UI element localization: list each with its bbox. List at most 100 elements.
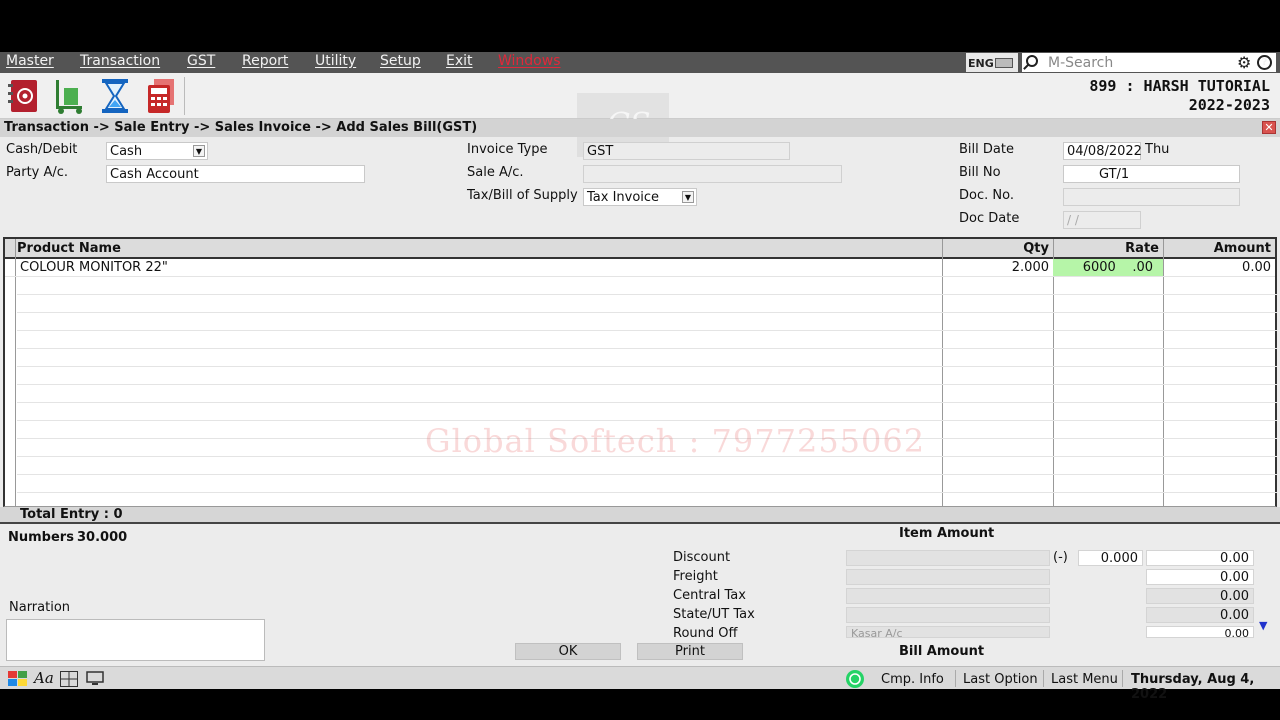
bill-date-label: Bill Date [959,142,1014,157]
empty-row[interactable] [17,277,1277,295]
freight-label: Freight [673,569,718,584]
language-indicator[interactable]: ENG [966,53,1018,72]
whatsapp-icon[interactable] [845,669,865,689]
sale-ac-field[interactable] [583,165,842,183]
numbers-value: 30.000 [77,530,128,545]
total-entry: Total Entry : 0 [20,507,123,522]
language-label: ENG [968,57,994,70]
trolley-icon[interactable] [52,78,86,114]
grid-icon[interactable] [60,671,78,687]
company-info: 899 : HARSH TUTORIAL 2022-2023 [1089,77,1270,115]
item-amount-label: Item Amount [899,526,995,541]
status-divider [955,670,956,687]
empty-row[interactable] [17,313,1277,331]
status-divider [1122,670,1123,687]
menu-windows[interactable]: Windows [498,53,561,69]
search-box[interactable]: M-Search ⚙ ? [1022,53,1276,72]
cash-debit-value: Cash [110,144,143,159]
tax-bill-select[interactable]: Tax Invoice ▼ [583,188,697,206]
cash-debit-select[interactable]: Cash ▼ [106,142,208,160]
watermark-text: Global Softech : 7977255062 [425,422,926,460]
table-row[interactable]: COLOUR MONITOR 22" 2.000 6000 .00 0.00 [5,259,1275,277]
menu-master[interactable]: Master [6,53,54,69]
toolbar: CS 899 : HARSH TUTORIAL 2022-2023 [0,73,1280,157]
invoice-type-label: Invoice Type [467,142,548,157]
monitor-icon[interactable] [86,671,104,687]
central-tax-amount-field[interactable]: 0.00 [1146,588,1254,604]
qty-cell[interactable]: 2.000 [1012,260,1049,275]
party-field[interactable]: Cash Account [106,165,365,183]
party-label: Party A/c. [6,165,69,180]
discount-label: Discount [673,550,731,565]
address-book-icon[interactable] [6,78,40,114]
breadcrumb: Transaction -> Sale Entry -> Sales Invoi… [0,119,1280,137]
doc-date-field[interactable]: / / [1063,211,1141,229]
rate-cell[interactable]: 6000 .00 [1053,260,1153,275]
hourglass-icon[interactable] [98,78,132,114]
product-name-cell[interactable]: COLOUR MONITOR 22" [20,260,168,275]
chevron-down-icon[interactable]: ▼ [193,145,205,157]
narration-label: Narration [9,600,71,615]
rate-cell-highlight[interactable]: 6000 .00 [1053,259,1163,276]
round-off-amount-field[interactable]: 0.00 [1146,626,1254,638]
col-qty[interactable]: Qty [1023,241,1049,256]
bill-amount-label: Bill Amount [899,644,985,659]
font-icon[interactable]: Aa [34,669,54,687]
menu-utility[interactable]: Utility [315,53,356,69]
amount-cell[interactable]: 0.00 [1242,260,1271,275]
empty-row[interactable] [17,331,1277,349]
state-tax-amount-field[interactable]: 0.00 [1146,607,1254,623]
narration-input[interactable] [6,619,265,661]
menu-exit[interactable]: Exit [446,53,473,69]
col-rate[interactable]: Rate [1125,241,1159,256]
central-tax-account-field[interactable] [846,588,1050,604]
close-icon[interactable]: ✕ [1262,121,1276,134]
menu-report[interactable]: Report [242,53,288,69]
last-option-button[interactable]: Last Option [963,672,1038,687]
discount-percent-field[interactable]: 0.000 [1078,550,1143,566]
state-tax-account-field[interactable] [846,607,1050,623]
menu-bar: Master Transaction GST Report Utility Se… [0,52,1280,73]
help-icon[interactable]: ? [1257,55,1272,70]
col-amount[interactable]: Amount [1214,241,1271,256]
last-menu-button[interactable]: Last Menu [1051,672,1118,687]
ok-button[interactable]: OK [515,643,621,660]
round-off-account-field[interactable]: Kasar A/c [846,626,1050,638]
chevron-down-icon[interactable]: ▼ [682,191,694,203]
cash-debit-label: Cash/Debit [6,142,78,157]
print-button[interactable]: Print [637,643,743,660]
color-palette-icon[interactable] [8,671,28,687]
tax-bill-value: Tax Invoice [587,190,660,205]
total-entry-bar: Total Entry : 0 [0,507,1280,524]
discount-amount-field[interactable]: 0.00 [1146,550,1254,566]
menu-setup[interactable]: Setup [380,53,421,69]
invoice-type-field[interactable]: GST [583,142,790,160]
search-input[interactable]: M-Search [1048,55,1113,71]
state-tax-label: State/UT Tax [673,607,755,622]
numbers-label: Numbers [8,530,74,545]
keyboard-icon [995,58,1013,68]
freight-amount-field[interactable]: 0.00 [1146,569,1254,585]
empty-row[interactable] [17,385,1277,403]
menu-gst[interactable]: GST [187,53,215,69]
discount-account-field[interactable] [846,550,1050,566]
doc-no-field[interactable] [1063,188,1240,206]
gear-icon[interactable]: ⚙ [1237,53,1251,72]
empty-row[interactable] [17,403,1277,421]
calculator-icon[interactable] [144,78,178,114]
empty-row[interactable] [17,367,1277,385]
status-divider [1043,670,1044,687]
bill-no-field[interactable]: GT/1 [1063,165,1240,183]
freight-account-field[interactable] [846,569,1050,585]
empty-row[interactable] [17,475,1277,493]
menu-transaction[interactable]: Transaction [80,53,160,69]
toolbar-separator [184,77,185,115]
grid-divider [15,239,16,507]
central-tax-label: Central Tax [673,588,746,603]
scroll-down-icon[interactable]: ▼ [1259,619,1267,632]
empty-row[interactable] [17,295,1277,313]
empty-row[interactable] [17,349,1277,367]
cmp-info-button[interactable]: Cmp. Info [881,672,944,687]
col-product-name[interactable]: Product Name [17,241,121,256]
bill-date-field[interactable]: 04/08/2022 [1063,142,1142,160]
